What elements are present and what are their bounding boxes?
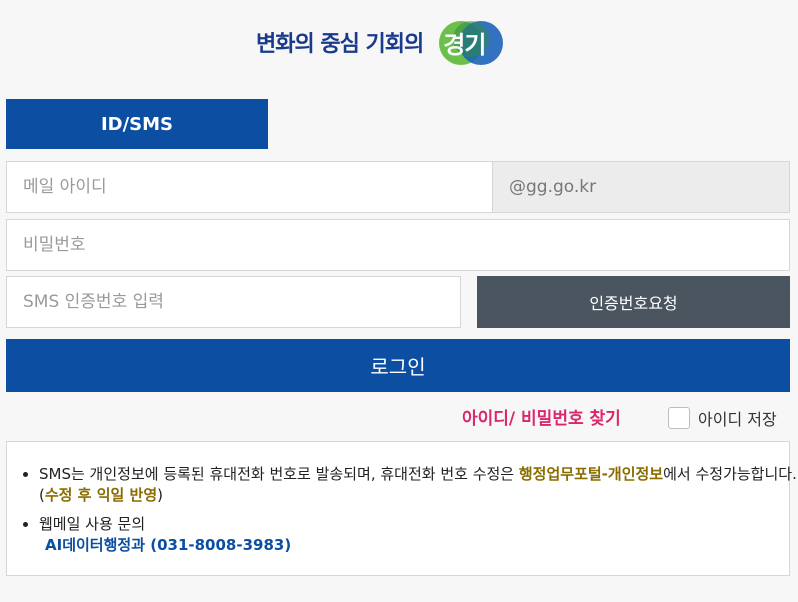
- tab-id-sms[interactable]: ID/SMS: [6, 99, 268, 149]
- notice-item-sms: SMS는 개인정보에 등록된 휴대전화 번호로 발송되며, 휴대전화 번호 수정…: [39, 464, 798, 506]
- save-id-checkbox[interactable]: [668, 407, 690, 429]
- notice-text: 웹메일 사용 문의: [39, 515, 146, 533]
- sms-field-container: [6, 276, 461, 328]
- email-domain: @gg.go.kr: [492, 161, 790, 213]
- email-field-container: [6, 161, 493, 213]
- notice-list-1: SMS는 개인정보에 등록된 휴대전화 번호로 발송되며, 휴대전화 번호 수정…: [7, 464, 798, 506]
- password-input[interactable]: [7, 220, 789, 270]
- gyeonggi-logo-icon: 경기: [429, 17, 513, 67]
- find-id-password-link[interactable]: 아이디/ 비밀번호 찾기: [462, 404, 621, 429]
- notice-text: ): [157, 486, 163, 504]
- sms-request-button[interactable]: 인증번호요청: [477, 276, 790, 328]
- notice-text: SMS는 개인정보에 등록된 휴대전화 번호로 발송되며, 휴대전화 번호 수정…: [39, 465, 519, 483]
- next-day-highlight: 수정 후 익일 반영: [44, 486, 158, 504]
- notice-box: SMS는 개인정보에 등록된 휴대전화 번호로 발송되며, 휴대전화 번호 수정…: [6, 441, 797, 576]
- login-button[interactable]: 로그인: [6, 339, 790, 392]
- contact-info: AI데이터행정과 (031-8008-3983): [45, 536, 292, 554]
- logo-slogan: 변화의 중심 기회의: [256, 32, 424, 57]
- password-field-container: [6, 219, 790, 271]
- notice-item-webmail: 웹메일 사용 문의 AI데이터행정과 (031-8008-3983): [39, 514, 798, 556]
- logo: 변화의 중심 기회의 경기: [256, 14, 513, 70]
- notice-list-2: 웹메일 사용 문의 AI데이터행정과 (031-8008-3983): [7, 514, 798, 556]
- sms-code-input[interactable]: [7, 277, 460, 327]
- email-id-input[interactable]: [7, 162, 492, 212]
- save-id: 아이디 저장: [668, 406, 777, 430]
- logo-badge-text: 경기: [443, 31, 486, 59]
- save-id-label: 아이디 저장: [698, 410, 777, 429]
- portal-highlight: 행정업무포털-개인정보: [518, 465, 664, 483]
